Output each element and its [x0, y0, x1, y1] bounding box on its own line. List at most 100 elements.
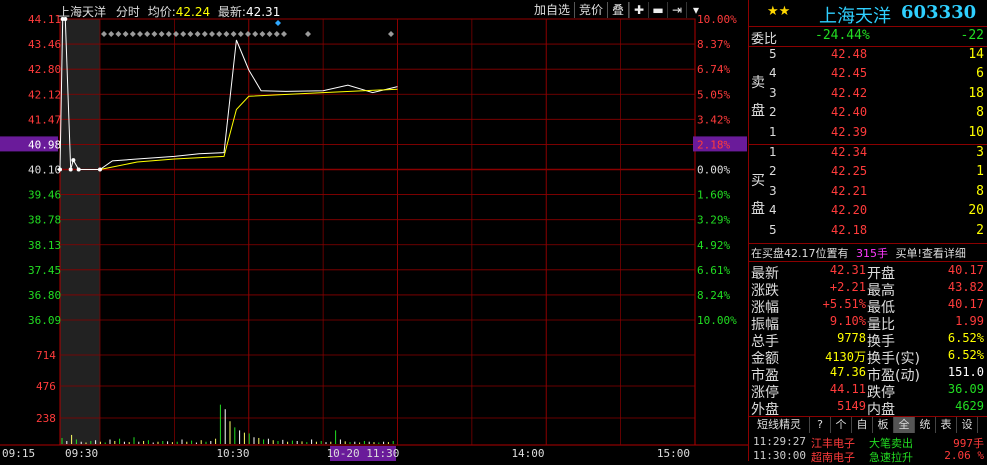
level-price: 42.40 [831, 105, 868, 120]
asks-level-row[interactable]: 1 42.39 10 [749, 125, 987, 143]
bids-level-row[interactable]: 4 42.20 20 [749, 203, 987, 221]
bids-level-row[interactable]: 2 42.25 1 [749, 164, 987, 182]
level-volume: 14 [968, 47, 984, 62]
volume-tick-label: 714 [36, 349, 56, 362]
dropdown-arrow-icon[interactable]: ▾ [686, 2, 705, 18]
sprite-tab[interactable]: 个 [831, 417, 852, 433]
auction-dot [98, 167, 102, 172]
big-order-notice[interactable]: 在买盘42.17位置有 315手 买单!查看详细 [751, 245, 966, 261]
volume-tick-label: 238 [36, 412, 56, 425]
pct-tick-label: 3.29% [697, 214, 730, 227]
event-marker-icon [201, 31, 208, 37]
event-marker-icon [209, 31, 215, 37]
level-volume: 3 [976, 145, 984, 160]
weibi-label: 委比 [751, 32, 778, 47]
asks-level-row[interactable]: 5 42.48 14 [749, 47, 987, 65]
price-tick-label: 37.45 [28, 264, 61, 277]
ask-book: 卖盘 5 42.48 14 4 42.45 6 3 42.42 18 2 42.40 8 1 42.39 1… [749, 47, 987, 143]
sprite-tab[interactable]: 自 [852, 417, 873, 433]
stat-value: 151.0 [947, 365, 984, 379]
price-tick-label: 38.13 [28, 239, 61, 252]
bids-level-row[interactable]: 5 42.18 2 [749, 223, 987, 241]
sprite-tab[interactable]: 板 [873, 417, 894, 433]
level-volume: 6 [976, 66, 984, 82]
pct-tick-label: 8.24% [697, 289, 730, 302]
premarket-band [60, 19, 100, 445]
sprite-row[interactable]: 11:29:27 江丰电子 大笔卖出 997手 [749, 435, 987, 450]
level-number: 3 [769, 183, 777, 198]
auction-dot [71, 158, 76, 163]
auction-button[interactable]: 竞价 [575, 2, 609, 18]
zoom-in-icon[interactable]: ✚ [629, 2, 648, 18]
sprite-tab[interactable]: ? [810, 417, 831, 433]
level-price: 42.45 [831, 66, 868, 81]
overlay-button[interactable]: 叠 [608, 2, 630, 18]
sprite-tab[interactable]: 统 [915, 417, 936, 433]
level-price: 42.25 [831, 164, 868, 179]
pct-tick-label: 5.05% [697, 88, 730, 101]
latest-value: 42.31 [245, 5, 281, 19]
pct-tick-label: 4.92% [697, 239, 730, 252]
sprite-tab[interactable]: 表 [936, 417, 957, 433]
event-marker-icon [305, 31, 311, 37]
divider [749, 243, 987, 244]
price-tick-label: 40.10 [28, 164, 61, 177]
sprite-tab[interactable]: 全 [894, 417, 915, 433]
weibi-value: -24.44% [815, 28, 870, 43]
asks-level-row[interactable]: 4 42.45 6 [749, 66, 987, 84]
bid-book: 买盘 1 42.34 3 2 42.25 1 3 42.21 8 4 42.20 20 5 42.18 2 [749, 145, 987, 241]
level-price: 42.42 [831, 85, 868, 100]
pct-tick-label: 1.60% [697, 189, 730, 202]
sprite-tab[interactable]: 短线精灵 [749, 417, 810, 433]
notice-link[interactable]: 买单!查看详细 [896, 247, 966, 260]
notice-qty: 315手 [856, 247, 888, 260]
event-marker-icon [173, 31, 179, 37]
sprite-time: 11:30:00 [753, 449, 806, 462]
level-price: 42.21 [831, 183, 868, 198]
pct-tick-label: 6.61% [697, 264, 730, 277]
sprite-stock: 超南电子 [811, 451, 855, 464]
sprite-time: 11:29:27 [753, 435, 806, 448]
stat-value: 40.17 [947, 297, 984, 311]
zoom-out-icon[interactable]: ▬ [648, 2, 667, 18]
asks-level-row[interactable]: 2 42.40 8 [749, 105, 987, 123]
favorite-stars-icon[interactable]: ★★ [767, 4, 790, 19]
level-volume: 18 [968, 85, 984, 101]
stat-value: 42.31 [829, 263, 866, 277]
asks-level-row[interactable]: 3 42.42 18 [749, 86, 987, 104]
intraday-chart[interactable]: 44.11 43.46 42.80 42.12 41.47 40.98 40.10 39.46… [0, 0, 748, 461]
weibi-row: 委比 -24.44% -22 [749, 28, 987, 47]
event-marker-icon [237, 31, 244, 37]
stat-value: 5149 [837, 399, 866, 413]
event-marker-icon [165, 31, 172, 37]
stat-row: 金额 4130万 换手(实) 6.52% [749, 348, 987, 367]
price-tick-label: 36.80 [28, 289, 61, 302]
level-number: 4 [769, 203, 777, 218]
auction-dot [76, 167, 81, 172]
pct-tick-label: 0.00% [697, 164, 730, 177]
stat-value: 6.52% [947, 331, 984, 345]
stat-value: 6.52% [947, 348, 984, 362]
event-marker-icon [194, 31, 201, 37]
divider [749, 26, 987, 27]
price-tick-label: 41.47 [28, 113, 61, 126]
divider [749, 261, 987, 262]
pct-tick-label: 3.42% [697, 113, 730, 126]
stat-value: 47.36 [829, 365, 866, 379]
time-tick-label: 10-20 11:30 [327, 447, 400, 460]
quote-panel: ★★ 上海天洋 603330 委比 -24.44% -22 卖盘 5 42.48 1… [748, 0, 987, 464]
stat-row: 涨跌 +2.21 最高 43.82 [749, 280, 987, 299]
bids-level-row[interactable]: 3 42.21 8 [749, 184, 987, 202]
quote-title: ★★ 上海天洋 603330 [749, 0, 987, 27]
weibi-diff: -22 [960, 28, 984, 43]
bids-level-row[interactable]: 1 42.34 3 [749, 145, 987, 163]
jump-end-icon[interactable]: ⇥ [667, 2, 686, 18]
pct-tick-label: 10.00% [697, 314, 737, 327]
sprite-tab[interactable]: 设 [957, 417, 978, 433]
pct-tick-label: 2.18% [697, 138, 730, 151]
intraday-chart-panel[interactable]: 44.11 43.46 42.80 42.12 41.47 40.98 40.10 39.46… [0, 0, 748, 461]
pct-tick-label: 6.74% [697, 63, 730, 76]
stat-value: 9778 [837, 331, 866, 345]
add-favorite-button[interactable]: 加自选 [530, 2, 576, 18]
sprite-tabs: 短线精灵? 个自板全统表设 [749, 417, 987, 433]
